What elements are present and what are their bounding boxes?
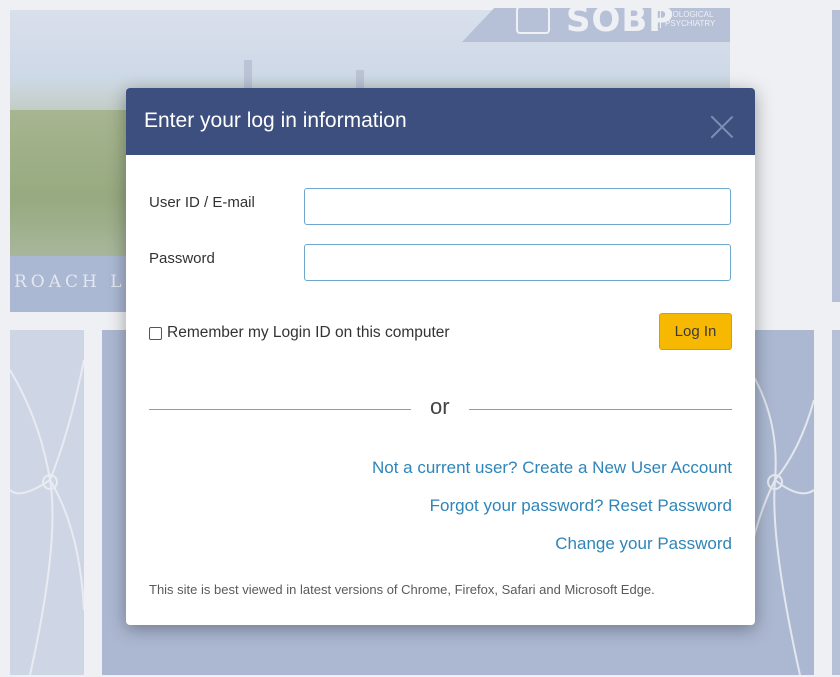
divider-or-text: or — [430, 394, 450, 419]
modal-title: Enter your log in information — [144, 109, 407, 132]
reset-password-link[interactable]: Forgot your password? Reset Password — [430, 496, 732, 516]
divider-line-right — [469, 409, 732, 410]
modal-header: Enter your log in information — [126, 88, 755, 155]
password-input[interactable] — [304, 244, 731, 281]
create-account-link[interactable]: Not a current user? Create a New User Ac… — [372, 458, 732, 478]
user-id-label: User ID / E-mail — [149, 194, 255, 211]
login-button[interactable]: Log In — [659, 313, 732, 350]
change-password-link[interactable]: Change your Password — [555, 534, 732, 554]
login-modal: Enter your log in information User ID / … — [126, 88, 755, 625]
remember-login-option[interactable]: Remember my Login ID on this computer — [149, 324, 450, 342]
remember-label: Remember my Login ID on this computer — [167, 324, 450, 341]
close-icon[interactable] — [709, 114, 735, 140]
browser-support-note: This site is best viewed in latest versi… — [149, 582, 655, 597]
remember-checkbox[interactable] — [149, 326, 162, 340]
password-label: Password — [149, 250, 215, 267]
user-id-input[interactable] — [304, 188, 731, 225]
divider-line-left — [149, 409, 411, 410]
